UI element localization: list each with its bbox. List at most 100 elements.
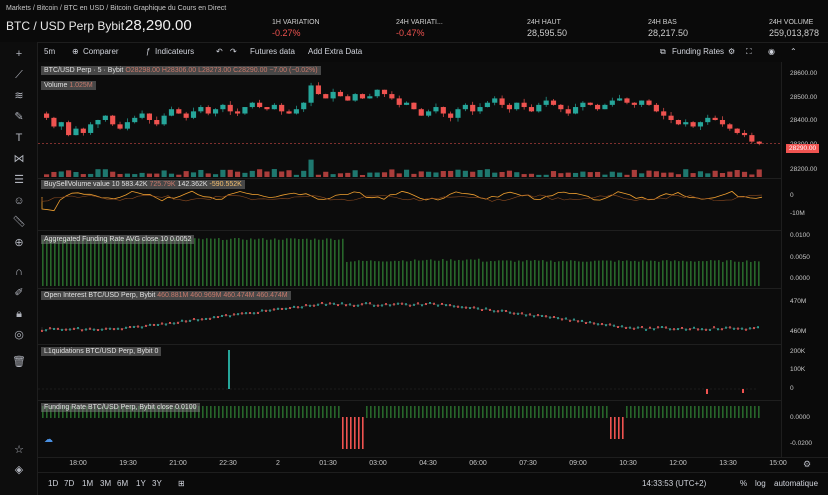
funding-bar: [238, 238, 240, 286]
range-button-1m[interactable]: 1M: [82, 479, 93, 488]
funding-rate-bar: [334, 406, 336, 418]
funding-bar: [390, 261, 392, 286]
funding-rate-bar: [546, 406, 548, 418]
candle-body: [235, 111, 241, 114]
futures-data-button[interactable]: Futures data: [250, 47, 295, 56]
breadcrumb-item[interactable]: BTC en USD: [64, 5, 104, 12]
range-button-7d[interactable]: 7D: [64, 479, 74, 488]
range-button-1d[interactable]: 1D: [48, 479, 58, 488]
funding-rate-bar: [434, 406, 436, 418]
volume-bar: [521, 174, 527, 177]
range-button-3m[interactable]: 3M: [100, 479, 111, 488]
funding-bar: [146, 239, 148, 286]
percent-toggle[interactable]: %: [740, 479, 747, 488]
funding-rate-bar: [242, 406, 244, 418]
magnet-icon[interactable]: ∩: [11, 264, 27, 280]
funding-rates-button[interactable]: Funding Rates: [672, 47, 724, 56]
indicators-button[interactable]: Indicateurs: [155, 47, 194, 56]
funding-bar: [710, 260, 712, 286]
candle-body: [264, 107, 270, 110]
time-axis[interactable]: ⚙ 18:00 19:30 21:00 22:30 2 01:30 03:00 04:30 06…: [38, 457, 828, 471]
funding-rate-bar: [394, 406, 396, 418]
funding-bar: [498, 260, 500, 286]
volume-bar: [190, 172, 197, 177]
funding-bar: [406, 261, 408, 286]
extra-data-button[interactable]: Add Extra Data: [308, 47, 362, 56]
breadcrumb-item[interactable]: Markets: [6, 5, 31, 12]
candle-body: [374, 89, 380, 97]
plus-icon[interactable]: ⊕: [72, 47, 79, 56]
funding-bar: [162, 239, 164, 286]
funding-bar: [362, 260, 364, 286]
undo-icon[interactable]: ↶: [216, 47, 223, 56]
lock-icon[interactable]: 🔒︎: [11, 306, 27, 322]
interval-button[interactable]: 5m: [44, 47, 55, 56]
range-button-1y[interactable]: 1Y: [136, 479, 146, 488]
pattern-icon[interactable]: ⋈: [11, 151, 27, 167]
chart-area[interactable]: BTC/USD Perp · 5 · Bybit O28298.00 H2830…: [38, 62, 781, 457]
funding-rate-bar: [510, 406, 512, 418]
stat-label: 24H VOLUME: [769, 19, 814, 26]
volume-bar: [58, 171, 64, 177]
candle-body: [404, 102, 410, 105]
bsv-label: BuySellVolume value 10: [44, 181, 120, 188]
range-button-6m[interactable]: 6M: [117, 479, 128, 488]
fullscreen-icon[interactable]: ⛶: [746, 47, 752, 57]
log-toggle[interactable]: log: [755, 479, 766, 488]
lock-drawing-icon[interactable]: ✐: [11, 285, 27, 301]
ruler-icon[interactable]: 📏︎: [11, 214, 27, 230]
eye-icon[interactable]: ◎: [11, 327, 27, 343]
funding-rate-bar: [630, 406, 632, 418]
funding-rate-bar: [554, 406, 556, 418]
screenshot-icon[interactable]: ◉: [768, 47, 775, 56]
fr-label: Funding Rate BTC/USD Perp, Bybit close: [44, 404, 174, 411]
zoom-in-icon[interactable]: ⊕: [11, 235, 27, 251]
y-tick: 100K: [790, 366, 806, 373]
crosshair-icon[interactable]: +: [11, 46, 27, 62]
volume-bar: [396, 173, 402, 177]
funding-rate-bar: [410, 406, 412, 418]
function-icon[interactable]: ƒ: [146, 47, 150, 56]
volume-bar: [249, 170, 255, 177]
calendar-icon[interactable]: ⊞: [178, 479, 185, 488]
breadcrumb-item[interactable]: Bitcoin Graphique du Cours en Direct: [110, 5, 226, 12]
funding-bar: [698, 261, 700, 286]
layers-icon[interactable]: ◈: [11, 462, 27, 478]
candle-body: [668, 115, 674, 120]
volume-bar: [161, 170, 167, 177]
trend-line-icon[interactable]: ⟋: [11, 67, 27, 83]
funding-bar: [202, 239, 204, 286]
range-button-3y[interactable]: 3Y: [152, 479, 162, 488]
prediction-icon[interactable]: ☰: [11, 172, 27, 188]
fib-icon[interactable]: ≋: [11, 88, 27, 104]
funding-bar: [182, 238, 184, 286]
gear-icon[interactable]: ⚙: [803, 459, 811, 470]
funding-bar: [90, 239, 92, 286]
redo-icon[interactable]: ↷: [230, 47, 237, 56]
clock-display: 14:33:53 (UTC+2): [642, 479, 707, 488]
funding-bar: [546, 261, 548, 286]
star-icon[interactable]: ☆: [11, 442, 27, 458]
text-icon[interactable]: T: [11, 130, 27, 146]
brush-icon[interactable]: ✎: [11, 109, 27, 125]
emoji-icon[interactable]: ☺: [11, 193, 27, 209]
auto-toggle[interactable]: automatique: [774, 479, 818, 488]
gear-icon[interactable]: ⚙: [728, 47, 735, 56]
funding-rate-bar: [594, 406, 596, 418]
stat-block: 24H HAUT 28,595.50: [527, 19, 567, 38]
volume-bar: [80, 174, 86, 177]
breadcrumb-item[interactable]: Bitcoin: [37, 5, 58, 12]
layers-icon[interactable]: ⧉: [660, 47, 666, 57]
trash-icon[interactable]: 🗑︎: [11, 354, 27, 370]
price-axis[interactable]: 28600.00 28500.00 28400.00 28300.00 2829…: [781, 62, 828, 457]
funding-rate-bar: [438, 406, 440, 418]
compare-button[interactable]: Comparer: [83, 47, 119, 56]
cloud-icon[interactable]: ☁: [44, 434, 53, 445]
funding-rate-bar: [638, 406, 640, 418]
funding-bar: [346, 261, 348, 286]
chevron-up-icon[interactable]: ⌃: [790, 47, 797, 56]
funding-bar: [750, 261, 752, 286]
candle-body: [367, 96, 373, 99]
funding-rate-bar: [414, 406, 416, 418]
funding-bar: [594, 260, 596, 286]
